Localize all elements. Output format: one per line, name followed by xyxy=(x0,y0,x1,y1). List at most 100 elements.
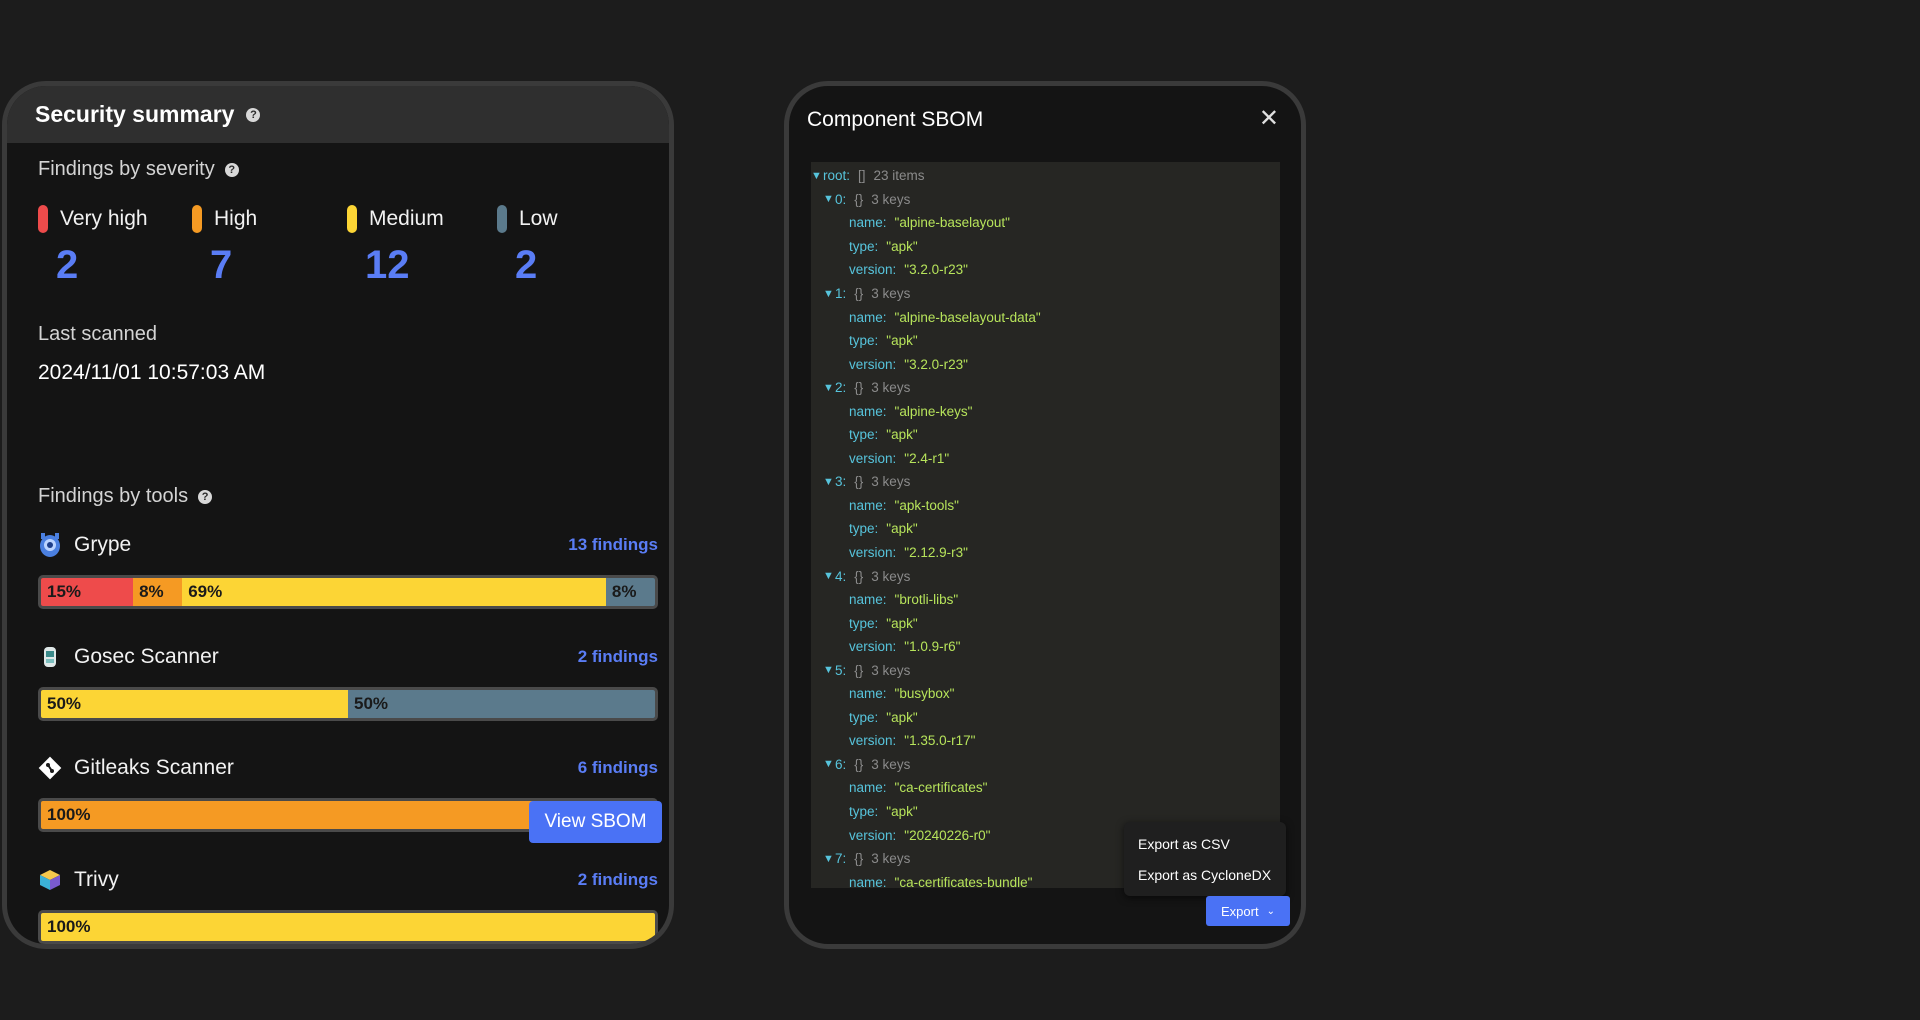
json-key: version: xyxy=(849,733,897,749)
severity-label: Medium xyxy=(369,207,444,230)
json-key: version: xyxy=(849,356,897,372)
json-property[interactable]: name: "apk-tools" xyxy=(811,494,1280,518)
expand-arrow-icon[interactable]: ▼ xyxy=(811,170,823,182)
json-property[interactable]: version: "1.35.0-r17" xyxy=(811,729,1280,753)
tool-name: Grype xyxy=(74,533,132,556)
json-type: {} xyxy=(854,568,864,584)
json-key: name: xyxy=(849,309,887,325)
json-key: 1: xyxy=(835,286,847,301)
json-key: 4: xyxy=(835,568,847,584)
json-property[interactable]: type: "apk" xyxy=(811,235,1280,259)
bar-segment: 69% xyxy=(182,578,606,606)
json-property[interactable]: version: "1.0.9-r6" xyxy=(811,635,1280,659)
json-key: version: xyxy=(849,639,897,655)
json-property[interactable]: name: "busybox" xyxy=(811,682,1280,706)
severity-count: 2 xyxy=(515,243,538,287)
severity-color-marker xyxy=(192,205,202,233)
json-type: {} xyxy=(854,851,864,867)
view-sbom-button[interactable]: View SBOM xyxy=(529,801,662,843)
json-object-node[interactable]: ▼ 0: {} 3 keys xyxy=(811,188,1280,212)
json-property[interactable]: name: "brotli-libs" xyxy=(811,588,1280,612)
json-object-node[interactable]: ▼ 2: {} 3 keys xyxy=(811,376,1280,400)
json-key: name: xyxy=(849,874,887,888)
json-property[interactable]: name: "alpine-keys" xyxy=(811,399,1280,423)
tool-title: Trivy xyxy=(38,868,119,892)
panel-title: Security summary xyxy=(35,101,235,127)
grype-icon xyxy=(38,533,62,557)
tool-gosec-scanner: Gosec Scanner 2 findings 50% 50% xyxy=(38,642,658,721)
expand-arrow-icon[interactable]: ▼ xyxy=(823,758,835,770)
tool-findings-link[interactable]: 13 findings xyxy=(568,535,658,555)
json-property[interactable]: name: "alpine-baselayout-data" xyxy=(811,305,1280,329)
export-csv-menu-item[interactable]: Export as CSV xyxy=(1124,828,1286,859)
json-count: 3 keys xyxy=(871,286,911,301)
expand-arrow-icon[interactable]: ▼ xyxy=(823,664,835,676)
severity-distribution-bar: 50% 50% xyxy=(38,687,658,721)
json-key: type: xyxy=(849,804,879,820)
json-object-node[interactable]: ▼ 5: {} 3 keys xyxy=(811,658,1280,682)
severity-3: Low 2 xyxy=(497,205,558,288)
tool-findings-link[interactable]: 6 findings xyxy=(578,758,658,778)
expand-arrow-icon[interactable]: ▼ xyxy=(823,382,835,394)
json-tree-view[interactable]: ▼ root:[] 23 items ▼ 0:{} 3 keys name: "alpine-… xyxy=(811,162,1280,888)
json-property[interactable]: type: "apk" xyxy=(811,706,1280,730)
json-key: name: xyxy=(849,686,887,702)
json-key: name: xyxy=(849,592,887,608)
json-root-node[interactable]: ▼ root: [] 23 items xyxy=(811,164,1280,188)
json-property[interactable]: type: "apk" xyxy=(811,611,1280,635)
tool-findings-link[interactable]: 2 findings xyxy=(578,870,658,890)
json-property[interactable]: version: "3.2.0-r23" xyxy=(811,258,1280,282)
json-key: version: xyxy=(849,827,897,843)
json-string-value: "ca-certificates-bundle" xyxy=(894,874,1033,888)
expand-arrow-icon[interactable]: ▼ xyxy=(823,476,835,488)
export-cyclonedx-menu-item[interactable]: Export as CycloneDX xyxy=(1124,859,1286,890)
json-key: version: xyxy=(849,450,897,466)
panel-header: Security summary ? xyxy=(7,86,669,143)
json-object-node[interactable]: ▼ 4: {} 3 keys xyxy=(811,564,1280,588)
tool-name: Trivy xyxy=(74,868,119,891)
json-key: name: xyxy=(849,780,887,796)
json-property[interactable]: type: "apk" xyxy=(811,329,1280,353)
json-string-value: "apk" xyxy=(886,238,918,254)
json-count: 3 keys xyxy=(871,851,911,867)
close-icon[interactable]: ✕ xyxy=(1259,104,1279,133)
json-property[interactable]: type: "apk" xyxy=(811,423,1280,447)
json-key: name: xyxy=(849,497,887,513)
json-property[interactable]: name: "ca-certificates" xyxy=(811,776,1280,800)
expand-arrow-icon[interactable]: ▼ xyxy=(823,853,835,865)
expand-arrow-icon[interactable]: ▼ xyxy=(823,193,835,205)
json-key: name: xyxy=(849,215,887,231)
severity-1: High 7 xyxy=(192,205,257,288)
tool-header: Grype 13 findings xyxy=(38,530,658,560)
expand-arrow-icon[interactable]: ▼ xyxy=(823,288,835,300)
json-property[interactable]: type: "apk" xyxy=(811,800,1280,824)
json-type: {} xyxy=(854,191,864,207)
help-icon[interactable]: ? xyxy=(198,489,213,504)
help-icon[interactable]: ? xyxy=(224,162,239,177)
help-icon[interactable]: ? xyxy=(246,107,261,122)
tool-findings-link[interactable]: 2 findings xyxy=(578,647,658,667)
json-object-node[interactable]: ▼ 1: {} 3 keys xyxy=(811,282,1280,306)
json-string-value: "1.35.0-r17" xyxy=(904,733,976,749)
export-button-label: Export xyxy=(1221,903,1259,919)
severity-section-label: Findings by severity ? xyxy=(38,158,239,181)
sbom-dialog: Component SBOM ✕ ▼ root:[] 23 items ▼ 0:{} 3 … xyxy=(784,81,1306,949)
severity-count: 2 xyxy=(56,243,79,287)
json-string-value: "apk" xyxy=(886,804,918,820)
tool-header: Trivy 2 findings xyxy=(38,865,658,895)
json-string-value: "apk-tools" xyxy=(894,497,959,513)
json-property[interactable]: type: "apk" xyxy=(811,517,1280,541)
json-property[interactable]: version: "2.12.9-r3" xyxy=(811,541,1280,565)
json-property[interactable]: name: "alpine-baselayout" xyxy=(811,211,1280,235)
tools-label-text: Findings by tools xyxy=(38,485,189,507)
json-type: [] xyxy=(858,168,866,184)
json-object-node[interactable]: ▼ 3: {} 3 keys xyxy=(811,470,1280,494)
json-key: type: xyxy=(849,238,879,254)
json-key: 6: xyxy=(835,756,847,772)
export-button[interactable]: Export ⌄ xyxy=(1206,896,1290,926)
json-property[interactable]: version: "2.4-r1" xyxy=(811,447,1280,471)
json-object-node[interactable]: ▼ 6: {} 3 keys xyxy=(811,753,1280,777)
expand-arrow-icon[interactable]: ▼ xyxy=(823,570,835,582)
json-property[interactable]: version: "3.2.0-r23" xyxy=(811,352,1280,376)
severity-header: Medium xyxy=(347,205,444,233)
